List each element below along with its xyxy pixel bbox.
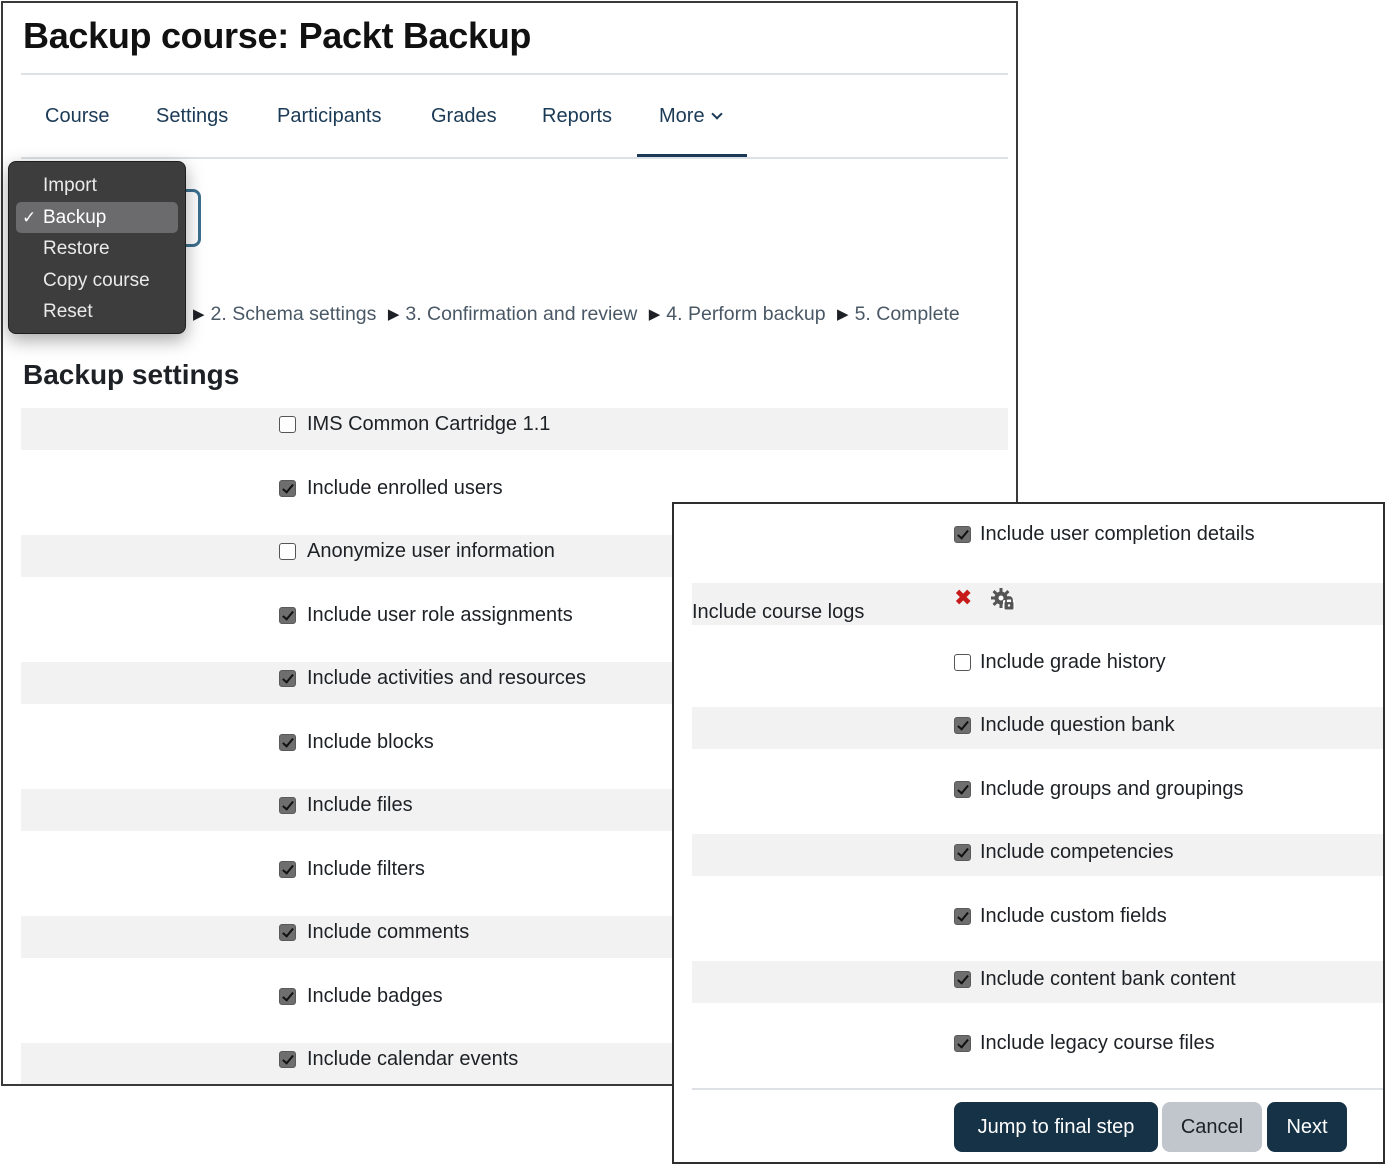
dropdown-item-reset[interactable]: Reset (16, 296, 178, 328)
setting-label: Include groups and groupings (980, 777, 1244, 800)
gear-lock-icon (990, 587, 1016, 616)
tab-participants[interactable]: Participants (255, 81, 404, 157)
checkbox-activities[interactable] (279, 670, 296, 687)
dropdown-item-label: Reset (43, 301, 93, 322)
checkbox-content-bank[interactable] (954, 971, 971, 988)
arrow-right-icon: ▶ (648, 306, 661, 323)
tab-more-label: More (659, 105, 705, 127)
progress-step: 2. Schema settings (210, 303, 377, 325)
dropdown-item-label: Copy course (43, 269, 150, 291)
checkbox-badges[interactable] (279, 987, 296, 1005)
checkbox-role-assignments[interactable] (279, 606, 296, 624)
setting-row: Include custom fields (692, 898, 1383, 962)
backup-action-dropdown: Import ✓ Backup Restore Copy course Reset (8, 161, 186, 334)
setting-row: Include legacy course files (692, 1025, 1383, 1089)
dropdown-item-copy-course[interactable]: Copy course (16, 265, 178, 297)
more-settings-list: Include user completion details Include … (692, 516, 1383, 1089)
setting-row: Include competencies (692, 834, 1383, 898)
checkbox-ims-cc[interactable] (279, 416, 296, 433)
checkbox-comments[interactable] (279, 924, 296, 941)
checkbox-competencies[interactable] (954, 844, 971, 861)
setting-row: Include grade history (692, 644, 1383, 708)
setting-row: Include question bank (692, 707, 1383, 771)
setting-label: IMS Common Cartridge 1.1 (307, 413, 551, 435)
setting-row: Include content bank content (692, 961, 1383, 1025)
setting-label: Include question bank (980, 714, 1175, 736)
checkbox-question-bank[interactable] (954, 717, 971, 734)
setting-label: Include comments (307, 921, 470, 943)
dropdown-item-label: Restore (43, 238, 110, 259)
tab-more[interactable]: More (637, 81, 747, 158)
setting-label: Include legacy course files (980, 1031, 1215, 1054)
checkbox-user-completion[interactable] (954, 526, 971, 543)
checkbox-calendar-events[interactable] (279, 1051, 296, 1068)
tab-course[interactable]: Course (23, 81, 131, 157)
setting-label: Include course logs (692, 600, 865, 623)
checkbox-blocks[interactable] (279, 733, 296, 751)
cancel-button[interactable]: Cancel (1162, 1102, 1262, 1152)
jump-to-final-step-button[interactable]: Jump to final step (954, 1102, 1158, 1152)
setting-row-course-logs: Include course logs ✖ (692, 582, 1383, 647)
dropdown-item-import[interactable]: Import (16, 170, 178, 202)
setting-label: Include enrolled users (307, 476, 503, 499)
divider (21, 157, 1008, 159)
progress-step: 3. Confirmation and review (405, 303, 638, 325)
checkbox-custom-fields[interactable] (954, 907, 971, 925)
chevron-down-icon (710, 108, 723, 120)
tab-grades[interactable]: Grades (409, 81, 519, 157)
checkbox-groups[interactable] (954, 780, 971, 798)
setting-label: Include blocks (307, 730, 434, 753)
section-title: Backup settings (23, 359, 240, 390)
backup-settings-continued-panel: Include user completion details Include … (672, 502, 1385, 1164)
divider (21, 73, 1008, 75)
tab-settings[interactable]: Settings (134, 81, 250, 157)
setting-label: Include activities and resources (307, 667, 587, 689)
setting-row: Include user completion details (692, 516, 1383, 580)
setting-label: Include user completion details (980, 523, 1255, 545)
checkbox-legacy-files[interactable] (954, 1034, 971, 1052)
checkbox-enrolled-users[interactable] (279, 479, 296, 497)
setting-label: Include files (307, 794, 413, 816)
setting-label: Include grade history (980, 650, 1166, 673)
divider (692, 1088, 1383, 1090)
setting-label: Include competencies (980, 841, 1174, 863)
setting-label: Anonymize user information (307, 540, 555, 562)
setting-label: Include calendar events (307, 1048, 519, 1070)
page-title: Backup course: Packt Backup (23, 15, 532, 56)
setting-label: Include user role assignments (307, 603, 573, 626)
dropdown-item-label: Import (43, 175, 97, 196)
arrow-right-icon: ▶ (193, 306, 205, 323)
tab-reports[interactable]: Reports (520, 81, 634, 157)
checkbox-anonymize[interactable] (279, 543, 296, 560)
arrow-right-icon: ▶ (837, 306, 849, 323)
arrow-right-icon: ▶ (387, 306, 400, 323)
setting-label: Include content bank content (980, 968, 1236, 990)
progress-step: 4. Perform backup (666, 303, 826, 325)
x-icon: ✖ (954, 584, 973, 610)
dropdown-item-backup[interactable]: ✓ Backup (16, 201, 178, 233)
setting-label: Include custom fields (980, 904, 1167, 927)
course-nav: Course Settings Participants Grades Repo… (21, 81, 1008, 158)
dropdown-item-label: Backup (43, 206, 107, 228)
checkbox-files[interactable] (279, 797, 296, 814)
progress-step: 5. Complete (854, 303, 960, 325)
setting-row: IMS Common Cartridge 1.1 (21, 408, 1008, 472)
checkbox-grade-history[interactable] (954, 653, 971, 671)
dropdown-item-restore[interactable]: Restore (16, 233, 178, 265)
setting-label: Include filters (307, 857, 425, 880)
setting-row: Include groups and groupings (692, 771, 1383, 835)
checkmark-icon: ✓ (22, 207, 37, 227)
setting-label: Include badges (307, 984, 443, 1007)
backup-progress-breadcrumb: ▶ 2. Schema settings ▶ 3. Confirmation and… (193, 303, 966, 326)
checkbox-filters[interactable] (279, 860, 296, 878)
next-button[interactable]: Next (1267, 1102, 1347, 1152)
